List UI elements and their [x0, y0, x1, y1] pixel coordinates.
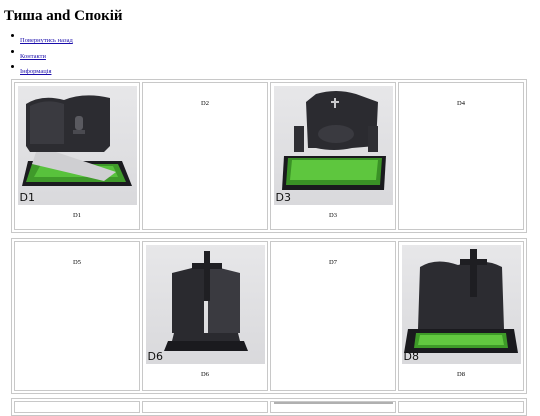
nav-item-info: Інформація: [11, 62, 73, 78]
product-cell-d3[interactable]: D3 D3: [270, 82, 396, 230]
product-cell[interactable]: [398, 401, 524, 413]
image-code-label: D1: [19, 191, 35, 204]
back-link[interactable]: Повернутись назад: [20, 37, 73, 44]
product-caption: D4: [457, 100, 465, 107]
product-caption: D7: [329, 259, 337, 266]
monument-image-d8[interactable]: D8: [401, 245, 521, 364]
product-caption: D6: [201, 371, 209, 378]
nav-item-back: Повернутись назад: [11, 31, 73, 47]
product-caption: D5: [73, 259, 81, 266]
product-cell-d2[interactable]: D2: [142, 82, 268, 230]
contacts-link[interactable]: Контакти: [20, 53, 46, 60]
product-grid-row-2: D5 D6 D6 D7 D8 D8: [11, 238, 527, 394]
monument-d3-illustration: [281, 91, 386, 190]
image-top-edge: [273, 402, 393, 404]
nav-list: Повернутись назад Контакти Інформація: [11, 31, 73, 78]
product-cell[interactable]: [270, 401, 396, 413]
product-cell[interactable]: [142, 401, 268, 413]
product-caption: D8: [457, 371, 465, 378]
product-cell-d6[interactable]: D6 D6: [142, 241, 268, 391]
product-grid-row-3: [11, 398, 527, 416]
monument-image-d1[interactable]: D1: [17, 86, 137, 205]
image-code-label: D3: [275, 191, 291, 204]
product-cell-d4[interactable]: D4: [398, 82, 524, 230]
image-code-label: D8: [403, 350, 419, 363]
product-caption: D3: [329, 212, 337, 219]
monument-image-d6[interactable]: D6: [145, 245, 265, 364]
monument-image-d3[interactable]: D3: [273, 86, 393, 205]
product-cell-d1[interactable]: D1 D1: [14, 82, 140, 230]
monument-d1-illustration: [21, 95, 132, 186]
product-cell-d5[interactable]: D5: [14, 241, 140, 391]
product-caption: D2: [201, 100, 209, 107]
info-link[interactable]: Інформація: [20, 68, 51, 75]
nav-item-contacts: Контакти: [11, 47, 73, 63]
monument-d6-illustration: [163, 251, 248, 351]
product-cell-d8[interactable]: D8 D8: [398, 241, 524, 391]
product-cell-d7[interactable]: D7: [270, 241, 396, 391]
image-code-label: D6: [147, 350, 163, 363]
product-caption: D1: [73, 212, 81, 219]
product-cell[interactable]: [14, 401, 140, 413]
product-grid-row-1: D1 D1 D2 D3 D3 D4: [11, 79, 527, 233]
page-title: Тиша and Спокій: [4, 8, 123, 24]
monument-d8-illustration: [403, 249, 518, 353]
